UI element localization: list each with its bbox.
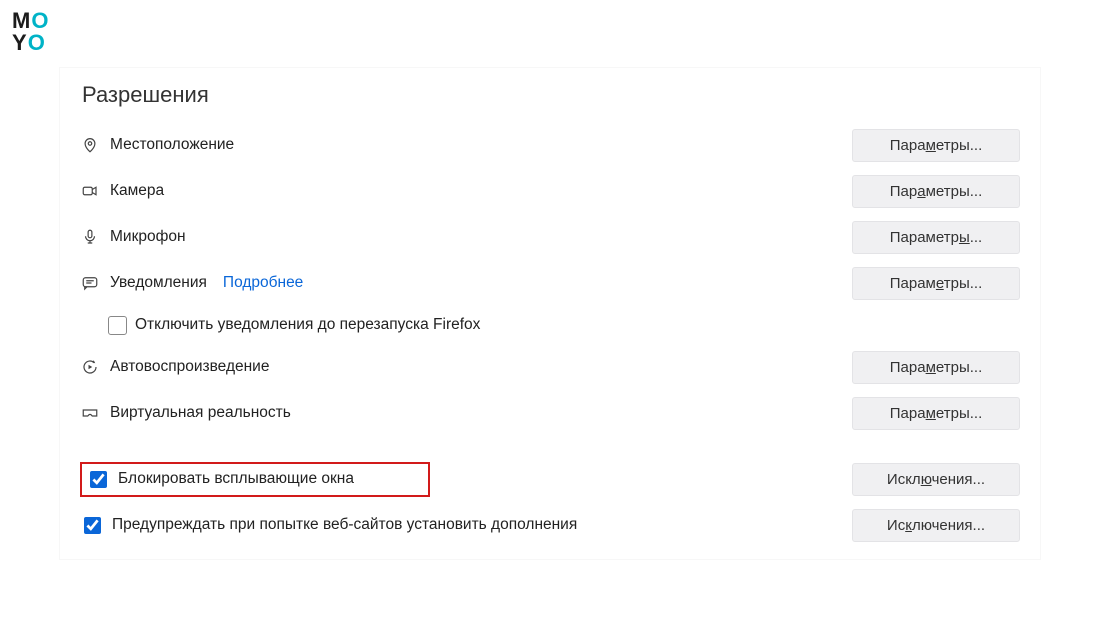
- label-block-popups: Блокировать всплывающие окна: [118, 470, 354, 488]
- row-notifications: Уведомления Подробнее Параметры...: [80, 260, 1020, 306]
- highlight-box: Блокировать всплывающие окна: [80, 462, 430, 497]
- checkbox-block-popups[interactable]: [90, 471, 107, 488]
- notifications-more-link[interactable]: Подробнее: [223, 274, 303, 292]
- logo-letter-y: Y: [12, 30, 28, 55]
- label-camera: Камера: [110, 182, 164, 200]
- row-disable-notifications: Отключить уведомления до перезапуска Fir…: [108, 306, 1020, 344]
- notification-icon: [80, 274, 100, 292]
- exceptions-button-popups[interactable]: Исключения...: [852, 463, 1020, 496]
- settings-panel: Разрешения Местоположение Параметры... К…: [60, 68, 1040, 559]
- params-button-notifications[interactable]: Параметры...: [852, 267, 1020, 300]
- row-camera: Камера Параметры...: [80, 168, 1020, 214]
- location-icon: [80, 136, 100, 154]
- checkbox-warn-addons[interactable]: [84, 517, 101, 534]
- label-autoplay: Автовоспроизведение: [110, 358, 269, 376]
- row-location: Местоположение Параметры...: [80, 122, 1020, 168]
- row-warn-addons: Предупреждать при попытке веб-сайтов уст…: [80, 502, 1020, 548]
- params-button-autoplay[interactable]: Параметры...: [852, 351, 1020, 384]
- logo-letter-o2: O: [28, 30, 46, 55]
- label-disable-notifications: Отключить уведомления до перезапуска Fir…: [135, 316, 480, 334]
- row-microphone: Микрофон Параметры...: [80, 214, 1020, 260]
- params-button-camera[interactable]: Параметры...: [852, 175, 1020, 208]
- label-notifications: Уведомления: [110, 274, 207, 292]
- row-vr: Виртуальная реальность Параметры...: [80, 390, 1020, 436]
- label-location: Местоположение: [110, 136, 234, 154]
- label-warn-addons: Предупреждать при попытке веб-сайтов уст…: [112, 516, 577, 534]
- microphone-icon: [80, 228, 100, 246]
- camera-icon: [80, 182, 100, 200]
- row-autoplay: Автовоспроизведение Параметры...: [80, 344, 1020, 390]
- exceptions-button-addons[interactable]: Исключения...: [852, 509, 1020, 542]
- params-button-location[interactable]: Параметры...: [852, 129, 1020, 162]
- label-microphone: Микрофон: [110, 228, 186, 246]
- autoplay-icon: [80, 358, 100, 376]
- vr-icon: [80, 404, 100, 422]
- label-vr: Виртуальная реальность: [110, 404, 291, 422]
- params-button-vr[interactable]: Параметры...: [852, 397, 1020, 430]
- params-button-microphone[interactable]: Параметры...: [852, 221, 1020, 254]
- checkbox-disable-notifications[interactable]: [108, 316, 127, 335]
- row-block-popups: Блокировать всплывающие окна Исключения.…: [80, 456, 1020, 502]
- section-title: Разрешения: [82, 82, 1020, 108]
- moyo-logo: MO YO: [12, 10, 49, 54]
